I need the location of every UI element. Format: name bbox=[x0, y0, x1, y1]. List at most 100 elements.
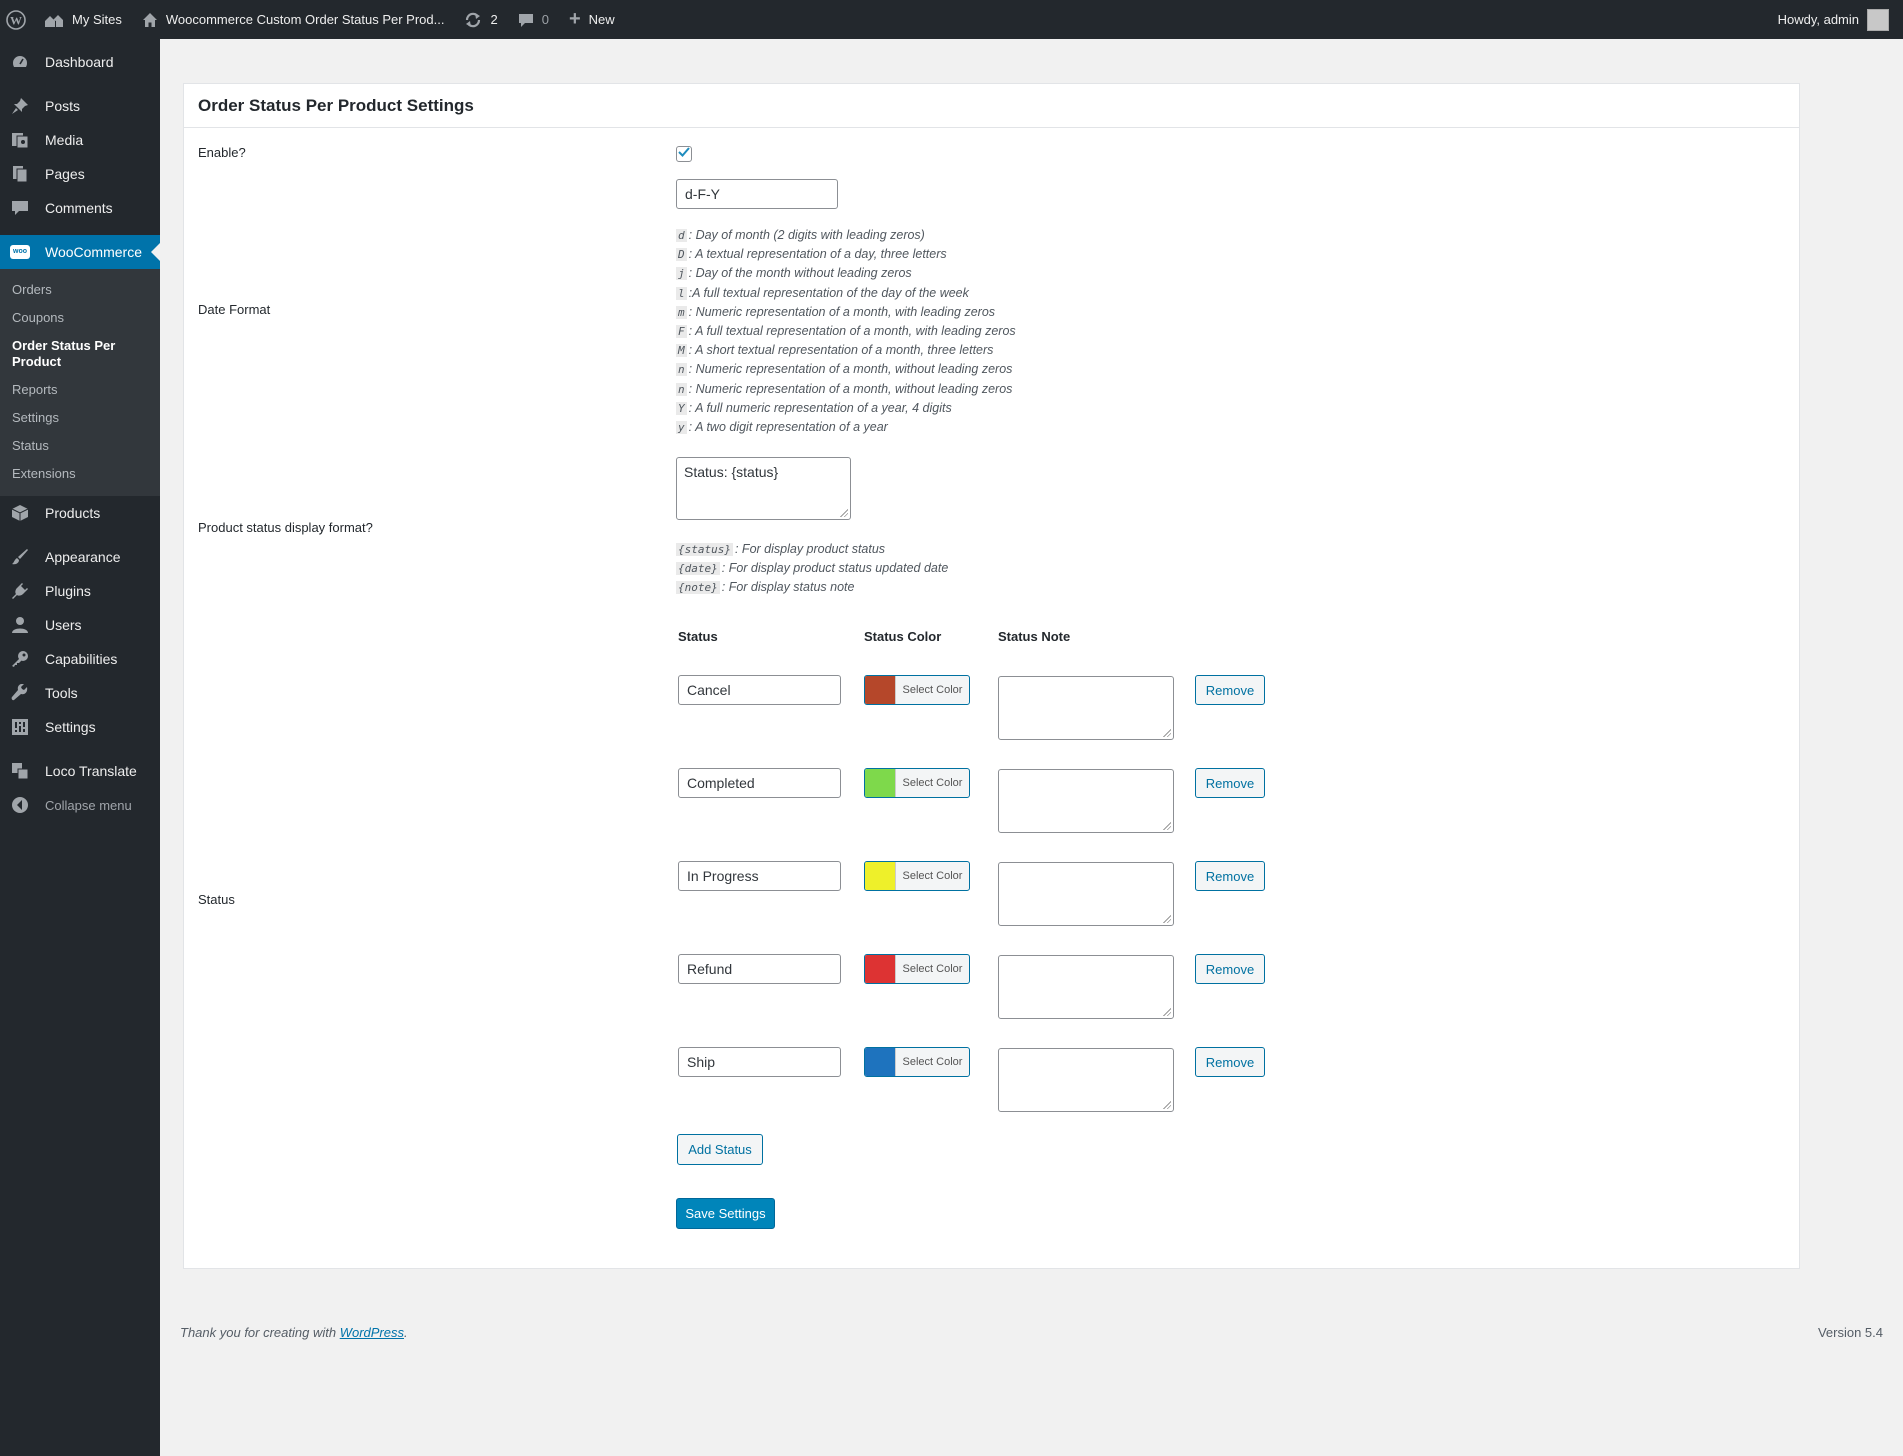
display-format-help-item-code: {note} bbox=[676, 581, 720, 595]
menu-media[interactable]: Media bbox=[0, 123, 160, 157]
date-format-help-item-text: : A full textual representation of a mon… bbox=[688, 324, 1016, 339]
site-name-menu[interactable]: Woocommerce Custom Order Status Per Prod… bbox=[132, 0, 455, 39]
submenu-settings[interactable]: Settings bbox=[0, 404, 160, 432]
menu-label: Collapse menu bbox=[45, 797, 132, 813]
date-format-help-item: j: Day of the month without leading zero… bbox=[676, 264, 1016, 283]
menu-loco-translate[interactable]: Loco Translate bbox=[0, 754, 160, 788]
remove-status-button[interactable]: Remove bbox=[1195, 675, 1265, 705]
date-format-help-item-text: : A textual representation of a day, thr… bbox=[688, 247, 947, 262]
save-settings-button[interactable]: Save Settings bbox=[676, 1198, 775, 1229]
display-format-textarea[interactable]: Status: {status} bbox=[676, 457, 851, 520]
resize-grip-icon bbox=[1163, 1101, 1171, 1109]
date-format-help-item: Y: A full numeric representation of a ye… bbox=[676, 399, 1016, 418]
menu-woocommerce[interactable]: woo WooCommerce bbox=[0, 235, 160, 269]
menu-label: Users bbox=[45, 617, 82, 633]
status-name-input[interactable]: Ship bbox=[678, 1047, 841, 1077]
updates-menu[interactable]: 2 bbox=[454, 0, 507, 39]
dashboard-icon bbox=[10, 52, 30, 72]
menu-label: Products bbox=[45, 505, 101, 521]
updates-icon bbox=[464, 11, 482, 29]
page-title: Order Status Per Product Settings bbox=[184, 84, 1799, 128]
remove-status-button[interactable]: Remove bbox=[1195, 861, 1265, 891]
status-color-picker[interactable]: Select Color bbox=[864, 861, 970, 891]
date-format-label: Date Format bbox=[198, 302, 271, 317]
date-format-help-item-code: j bbox=[676, 267, 687, 281]
submenu-reports[interactable]: Reports bbox=[0, 376, 160, 404]
status-color-picker[interactable]: Select Color bbox=[864, 1047, 970, 1077]
wordpress-logo-icon: W bbox=[6, 9, 26, 30]
wordpress-logo-button[interactable]: W bbox=[0, 0, 34, 39]
date-format-help-item-code: Y bbox=[676, 401, 687, 415]
select-color-label: Select Color bbox=[902, 777, 963, 789]
new-label: New bbox=[588, 12, 615, 27]
status-color-picker[interactable]: Select Color bbox=[864, 954, 970, 984]
new-content-menu[interactable]: + New bbox=[559, 0, 625, 39]
woocommerce-submenu: Orders Coupons Order Status Per Product … bbox=[0, 269, 160, 496]
menu-capabilities[interactable]: Capabilities bbox=[0, 642, 160, 676]
woocommerce-icon: woo bbox=[10, 242, 30, 262]
menu-settings[interactable]: Settings bbox=[0, 710, 160, 744]
status-note-textarea[interactable] bbox=[998, 1048, 1174, 1112]
color-swatch bbox=[865, 1048, 896, 1076]
howdy-label: Howdy, admin bbox=[1777, 12, 1859, 27]
collapse-menu-button[interactable]: Collapse menu bbox=[0, 788, 160, 822]
status-note-textarea[interactable] bbox=[998, 955, 1174, 1019]
date-format-help-item: n: Numeric representation of a month, wi… bbox=[676, 380, 1016, 399]
status-name-input[interactable]: Cancel bbox=[678, 675, 841, 705]
menu-plugins[interactable]: Plugins bbox=[0, 574, 160, 608]
submenu-orders[interactable]: Orders bbox=[0, 276, 160, 304]
menu-users[interactable]: Users bbox=[0, 608, 160, 642]
date-format-help-item-text: : Numeric representation of a month, wit… bbox=[688, 362, 1013, 377]
comments-menu[interactable]: 0 bbox=[508, 0, 559, 39]
menu-comments[interactable]: Comments bbox=[0, 191, 160, 225]
column-header-status: Status bbox=[678, 629, 718, 644]
submenu-order-status-per-product[interactable]: Order Status Per Product bbox=[0, 332, 130, 376]
status-color-picker[interactable]: Select Color bbox=[864, 675, 970, 705]
footer-version: Version 5.4 bbox=[1817, 1325, 1883, 1340]
date-format-input[interactable]: d-F-Y bbox=[676, 179, 838, 209]
checkmark-icon bbox=[677, 145, 691, 164]
my-sites-menu[interactable]: My Sites bbox=[34, 0, 132, 39]
display-format-help-item: {note}: For display status note bbox=[676, 578, 948, 597]
status-note-textarea[interactable] bbox=[998, 769, 1174, 833]
menu-dashboard[interactable]: Dashboard bbox=[0, 45, 160, 79]
menu-appearance[interactable]: Appearance bbox=[0, 540, 160, 574]
enable-checkbox[interactable] bbox=[676, 146, 692, 162]
status-name-input[interactable]: Completed bbox=[678, 768, 841, 798]
column-header-status-color: Status Color bbox=[864, 629, 942, 644]
submenu-status[interactable]: Status bbox=[0, 432, 160, 460]
plug-icon bbox=[10, 581, 30, 601]
date-format-help-item-code: l bbox=[676, 286, 687, 300]
remove-status-button[interactable]: Remove bbox=[1195, 1047, 1265, 1077]
display-format-help: {status}: For display product status {dat… bbox=[676, 540, 948, 598]
status-note-textarea[interactable] bbox=[998, 862, 1174, 926]
submenu-coupons[interactable]: Coupons bbox=[0, 304, 160, 332]
menu-posts[interactable]: Posts bbox=[0, 89, 160, 123]
home-icon bbox=[142, 12, 158, 28]
remove-status-button[interactable]: Remove bbox=[1195, 954, 1265, 984]
date-format-help-item: y: A two digit representation of a year bbox=[676, 418, 1016, 437]
status-color-picker[interactable]: Select Color bbox=[864, 768, 970, 798]
display-format-help-item-text: : For display status note bbox=[721, 580, 855, 595]
color-swatch bbox=[865, 862, 896, 890]
plus-icon: + bbox=[568, 8, 581, 30]
status-name-input[interactable]: In Progress bbox=[678, 861, 841, 891]
wordpress-link[interactable]: WordPress bbox=[340, 1325, 404, 1340]
menu-label: Capabilities bbox=[45, 651, 118, 667]
add-status-button[interactable]: Add Status bbox=[677, 1134, 763, 1165]
date-format-help-item: F: A full textual representation of a mo… bbox=[676, 322, 1016, 341]
display-format-help-item-text: : For display product status bbox=[734, 542, 886, 556]
menu-label: WooCommerce bbox=[45, 244, 142, 260]
status-name-input[interactable]: Refund bbox=[678, 954, 841, 984]
date-format-help-item-code: F bbox=[676, 325, 687, 339]
date-format-help-item-text: : Numeric representation of a month, wit… bbox=[688, 304, 996, 319]
resize-grip-icon bbox=[1163, 1008, 1171, 1016]
remove-status-button[interactable]: Remove bbox=[1195, 768, 1265, 798]
menu-products[interactable]: Products bbox=[0, 496, 160, 530]
menu-pages[interactable]: Pages bbox=[0, 157, 160, 191]
submenu-extensions[interactable]: Extensions bbox=[0, 460, 160, 488]
menu-tools[interactable]: Tools bbox=[0, 676, 160, 710]
status-note-textarea[interactable] bbox=[998, 676, 1174, 740]
my-sites-icon bbox=[44, 12, 64, 28]
my-account-menu[interactable]: Howdy, admin bbox=[1768, 0, 1903, 39]
